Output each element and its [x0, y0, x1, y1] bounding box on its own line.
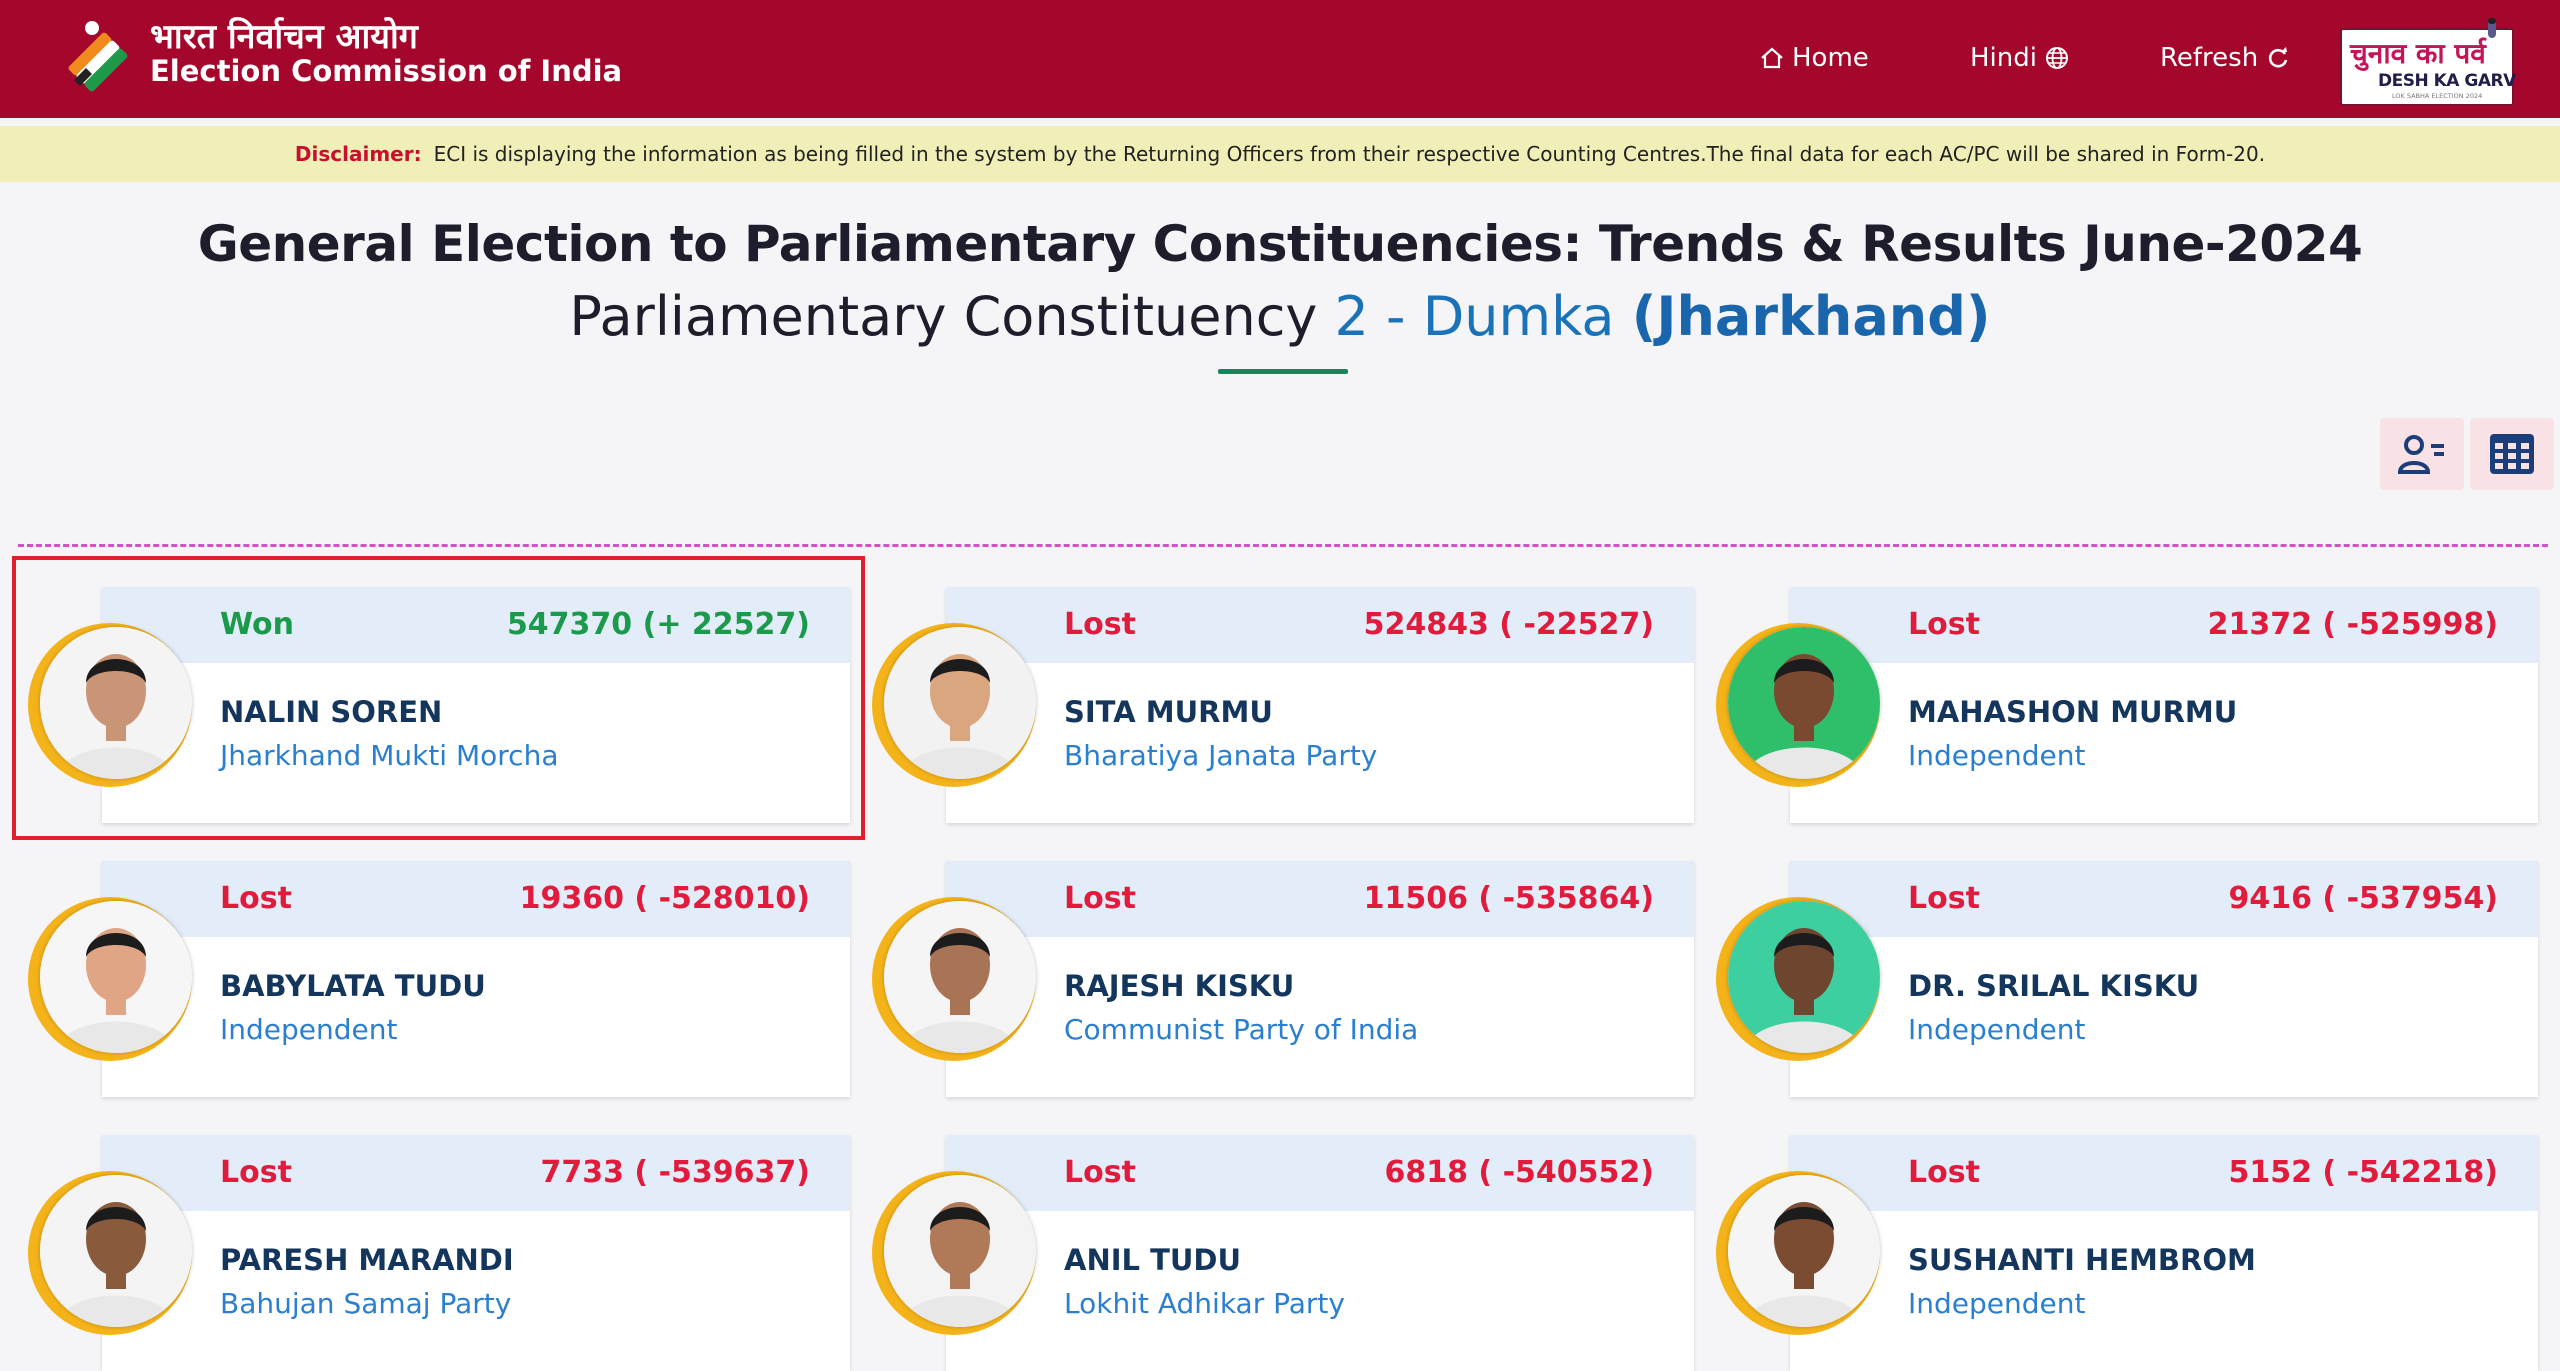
vote-count: 19360 ( -528010) [519, 881, 810, 916]
party-name: Bharatiya Janata Party [1064, 739, 1378, 772]
nav-hindi[interactable]: Hindi [1970, 38, 2071, 78]
table-grid-icon [2490, 434, 2534, 474]
party-name: Independent [220, 1013, 398, 1046]
result-status: Lost [220, 881, 292, 916]
vote-count: 524843 ( -22527) [1363, 607, 1654, 642]
disclaimer-text: ECI is displaying the information as bei… [433, 142, 2266, 166]
constituency-name: 2 - Dumka [1334, 285, 1615, 348]
candidate-card[interactable]: Lost 19360 ( -528010) BABYLATA TUDU Indepen… [102, 861, 850, 1097]
table-view-button[interactable] [2470, 418, 2554, 490]
vote-count: 5152 ( -542218) [2228, 1155, 2498, 1190]
candidate-name: RAJESH KISKU [1064, 969, 1295, 1003]
state-name: (Jharkhand) [1631, 285, 1991, 348]
candidate-photo[interactable] [1728, 1175, 1880, 1327]
candidate-name: SUSHANTI HEMBROM [1908, 1243, 2256, 1277]
candidate-photo[interactable] [884, 627, 1036, 779]
home-icon [1758, 44, 1786, 72]
result-status: Lost [1908, 1155, 1980, 1190]
title-underline [1218, 369, 1348, 374]
party-name: Independent [1908, 1013, 2086, 1046]
globe-icon [2043, 44, 2071, 72]
refresh-icon [2264, 44, 2292, 72]
candidate-name: BABYLATA TUDU [220, 969, 486, 1003]
candidate-name: DR. SRILAL KISKU [1908, 969, 2200, 1003]
party-name: Bahujan Samaj Party [220, 1287, 512, 1320]
badge-hindi-text: चुनाव का पर्व [2350, 37, 2486, 70]
candidate-view-button[interactable] [2380, 418, 2464, 490]
party-name: Independent [1908, 1287, 2086, 1320]
disclaimer-label: Disclaimer: [294, 142, 422, 166]
nav-hindi-label: Hindi [1970, 43, 2037, 73]
constituency-title: Parliamentary Constituency 2 - Dumka (Jh… [0, 285, 2560, 348]
candidate-card[interactable]: Lost 524843 ( -22527) SITA MURMU Bharatiya … [946, 587, 1694, 823]
candidate-photo[interactable] [40, 1175, 192, 1327]
party-name: Independent [1908, 739, 2086, 772]
nav-home-label: Home [1792, 43, 1869, 73]
candidate-card[interactable]: Lost 9416 ( -537954) DR. SRILAL KISKU Indep… [1790, 861, 2538, 1097]
result-status: Lost [1064, 881, 1136, 916]
result-status: Lost [1908, 607, 1980, 642]
candidate-card[interactable]: Lost 7733 ( -539637) PARESH MARANDI Bahujan… [102, 1135, 850, 1371]
site-header: भारत निर्वाचन आयोग Election Commission o… [0, 0, 2560, 121]
section-divider [18, 544, 2548, 547]
candidate-card[interactable]: Lost 6818 ( -540552) ANIL TUDU Lokhit Adhik… [946, 1135, 1694, 1371]
candidate-photo[interactable] [884, 1175, 1036, 1327]
candidate-card[interactable]: Lost 5152 ( -542218) SUSHANTI HEMBROM Indep… [1790, 1135, 2538, 1371]
result-status: Lost [220, 1155, 292, 1190]
page-title: General Election to Parliamentary Consti… [197, 215, 2363, 273]
result-status: Lost [1064, 1155, 1136, 1190]
candidate-photo[interactable] [40, 901, 192, 1053]
candidate-name: PARESH MARANDI [220, 1243, 514, 1277]
vote-count: 7733 ( -539637) [540, 1155, 810, 1190]
desh-ka-garv-badge[interactable]: चुनाव का पर्व DESH KA GARV LOK SABHA ELE… [2340, 18, 2516, 106]
result-status: Lost [1908, 881, 1980, 916]
candidate-photo[interactable] [1728, 901, 1880, 1053]
constituency-prefix: Parliamentary Constituency [569, 285, 1318, 348]
candidate-card[interactable]: Lost 21372 ( -525998) MAHASHON MURMU Indepe… [1790, 587, 2538, 823]
party-name: Communist Party of India [1064, 1013, 1419, 1046]
candidate-name: SITA MURMU [1064, 695, 1273, 729]
party-name: Lokhit Adhikar Party [1064, 1287, 1345, 1320]
nav-home[interactable]: Home [1758, 38, 1869, 78]
nav-refresh[interactable]: Refresh [2160, 38, 2292, 78]
candidate-name: MAHASHON MURMU [1908, 695, 2238, 729]
vote-count: 6818 ( -540552) [1384, 1155, 1654, 1190]
candidate-photo[interactable] [1728, 627, 1880, 779]
logo-hindi-text: भारत निर्वाचन आयोग [150, 17, 418, 57]
candidate-card[interactable]: Lost 11506 ( -535864) RAJESH KISKU Communis… [946, 861, 1694, 1097]
vote-count: 21372 ( -525998) [2207, 607, 2498, 642]
candidate-photo[interactable] [884, 901, 1036, 1053]
disclaimer-bar: Disclaimer: ECI is displaying the inform… [0, 126, 2560, 182]
badge-english-text: DESH KA GARV [2378, 71, 2516, 91]
result-status: Lost [1064, 607, 1136, 642]
vote-count: 11506 ( -535864) [1363, 881, 1654, 916]
eci-logo-icon[interactable] [52, 10, 144, 102]
vote-count: 9416 ( -537954) [2228, 881, 2498, 916]
user-list-icon [2397, 435, 2444, 474]
nav-refresh-label: Refresh [2160, 43, 2259, 73]
candidate-name: ANIL TUDU [1064, 1243, 1242, 1277]
badge-subtext: LOK SABHA ELECTION 2024 [2392, 92, 2483, 100]
winner-highlight-box [12, 556, 865, 840]
logo-english-text: Election Commission of India [150, 54, 623, 88]
